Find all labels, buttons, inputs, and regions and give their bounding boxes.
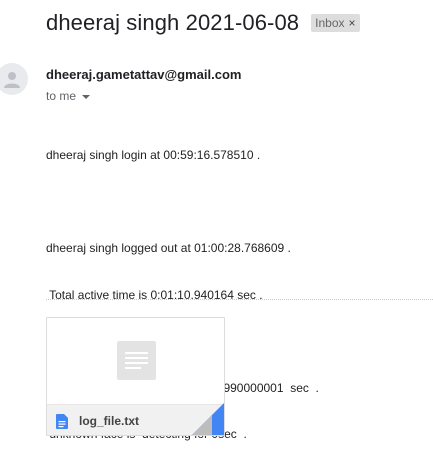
page-fold-icon <box>192 403 224 435</box>
email-subject: dheeraj singh 2021-06-08 <box>46 10 300 35</box>
inbox-label[interactable]: Inbox × <box>311 14 360 32</box>
body-line: dheeraj singh login at 00:59:16.578510 . <box>46 148 261 162</box>
body-line: dheeraj singh logged out at 01:00:28.768… <box>46 241 291 255</box>
avatar[interactable] <box>0 63 28 95</box>
remove-label-icon[interactable]: × <box>349 15 356 31</box>
recipient-text: to me <box>46 89 77 103</box>
attachments-divider <box>46 299 433 300</box>
attachment-preview <box>47 318 224 404</box>
body-line <box>46 195 319 211</box>
inbox-label-text: Inbox <box>315 16 345 30</box>
chevron-down-icon[interactable] <box>82 94 91 99</box>
attachment-file-name: log_file.txt <box>79 414 140 428</box>
recipient-line: to me <box>46 89 91 103</box>
subject-row: dheeraj singh 2021-06-08 Inbox × <box>46 10 360 36</box>
document-icon <box>117 341 156 380</box>
body-line: Total active time is 0:01:10.940164 sec … <box>46 287 263 302</box>
attachment-card[interactable]: log_file.txt <box>46 317 225 436</box>
text-file-icon <box>56 414 68 429</box>
person-icon <box>4 72 20 88</box>
sender-email: dheeraj.gametattav@gmail.com <box>46 67 242 82</box>
